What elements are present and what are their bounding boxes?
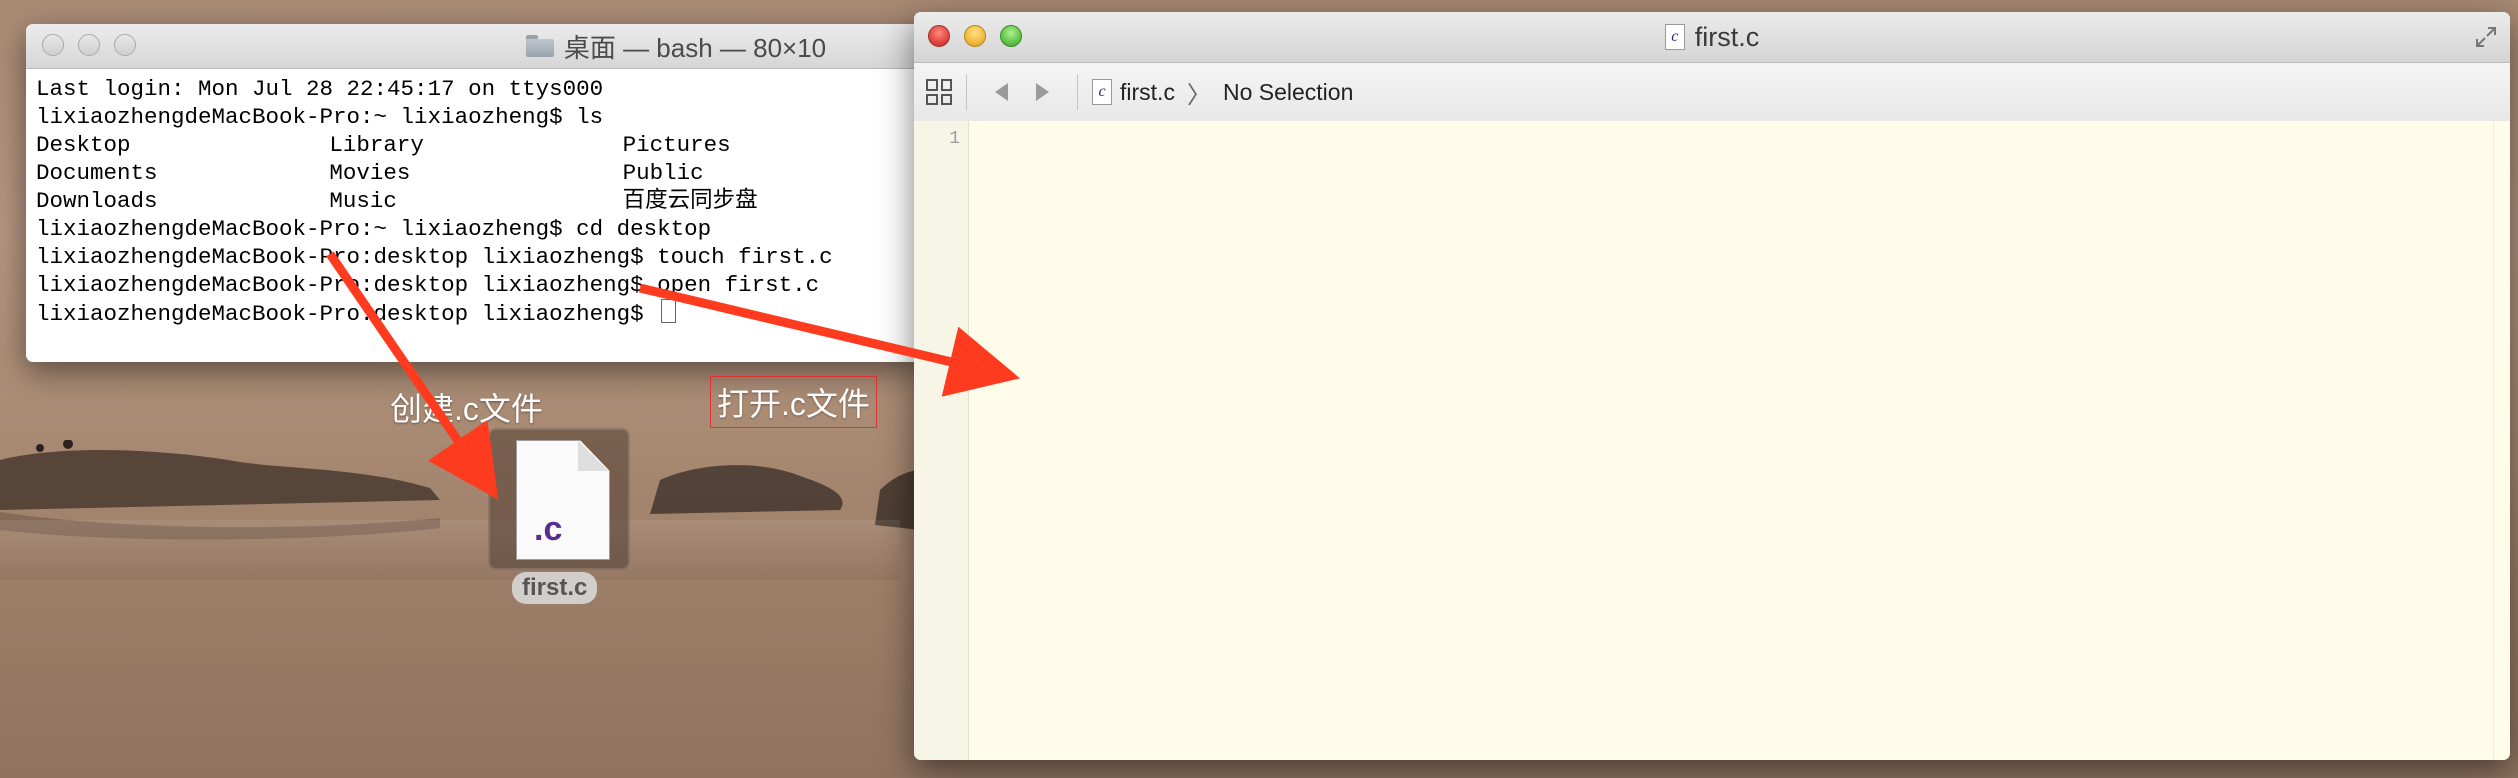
- terminal-line: Last login: Mon Jul 28 22:45:17 on ttys0…: [36, 76, 604, 102]
- breadcrumb-selection[interactable]: No Selection: [1223, 79, 1353, 106]
- folder-icon: [525, 35, 554, 57]
- editor-window[interactable]: c first.c c first.c 〉 No Selection 1: [914, 12, 2510, 760]
- toolbar-divider: [1077, 74, 1078, 110]
- ls-entry: Music: [329, 188, 397, 214]
- line-number-gutter: 1: [914, 121, 969, 760]
- terminal-title: 桌面 — bash — 80×10: [26, 24, 926, 68]
- breadcrumb-file[interactable]: first.c: [1120, 79, 1175, 106]
- editor-titlebar[interactable]: c first.c: [914, 12, 2510, 62]
- c-file-icon: c: [1664, 24, 1685, 50]
- ls-entry: Downloads: [36, 188, 158, 214]
- file-extension-label: .c: [534, 510, 563, 548]
- terminal-line: lixiaozhengdeMacBook-Pro:desktop lixiaoz…: [36, 272, 820, 298]
- editor-title: c first.c: [914, 12, 2510, 62]
- terminal-line: lixiaozhengdeMacBook-Pro:~ lixiaozheng$ …: [36, 104, 604, 130]
- line-number: 1: [949, 129, 960, 149]
- back-arrow-icon[interactable]: [995, 83, 1008, 101]
- terminal-title-text: 桌面 — bash — 80×10: [563, 32, 827, 63]
- ls-output-row: Documents Movies Public: [36, 159, 916, 187]
- toolbar-divider: [966, 74, 967, 110]
- ls-entry: Documents: [36, 160, 158, 186]
- ls-output-row: Desktop Library Pictures: [36, 131, 916, 159]
- code-editor-area[interactable]: 1: [914, 121, 2510, 760]
- editor-jump-bar: c first.c 〉 No Selection: [914, 62, 2510, 122]
- ls-entry: Desktop: [36, 132, 131, 158]
- page-fold-icon: [578, 440, 608, 471]
- annotation-create-file: 创建.c文件: [390, 391, 543, 427]
- breadcrumb: c first.c 〉 No Selection: [1092, 75, 1353, 110]
- breadcrumb-chevron-icon: 〉: [1186, 81, 1211, 109]
- forward-arrow-icon[interactable]: [1036, 83, 1049, 101]
- editor-title-text: first.c: [1694, 21, 1760, 52]
- terminal-prompt: lixiaozhengdeMacBook-Pro:desktop lixiaoz…: [36, 301, 658, 327]
- water-reflection: [0, 520, 900, 580]
- annotation-open-file: 打开.c文件: [710, 376, 877, 428]
- text-cursor: [661, 299, 677, 323]
- ls-entry: Library: [329, 132, 424, 158]
- related-items-grid-icon[interactable]: [926, 79, 952, 105]
- desktop-file-first-c[interactable]: .c: [488, 428, 630, 570]
- ls-entry: Movies: [329, 160, 411, 186]
- ls-entry: Public: [622, 160, 704, 186]
- ls-output-row: Downloads Music 百度云同步盘: [36, 187, 916, 215]
- terminal-prompt-line[interactable]: lixiaozhengdeMacBook-Pro:desktop lixiaoz…: [36, 299, 916, 328]
- terminal-titlebar[interactable]: 桌面 — bash — 80×10: [26, 24, 926, 69]
- fullscreen-icon[interactable]: [2474, 25, 2498, 49]
- desktop-file-name[interactable]: first.c: [512, 572, 598, 604]
- ls-entry: Pictures: [622, 132, 731, 158]
- terminal-line: lixiaozhengdeMacBook-Pro:desktop lixiaoz…: [36, 244, 833, 270]
- terminal-line: lixiaozhengdeMacBook-Pro:~ lixiaozheng$ …: [36, 216, 712, 242]
- ls-entry: 百度云同步盘: [622, 188, 758, 214]
- c-file-icon: c: [1092, 79, 1112, 105]
- terminal-window[interactable]: 桌面 — bash — 80×10 Last login: Mon Jul 28…: [26, 24, 926, 362]
- editor-scroll-strip[interactable]: [2493, 121, 2510, 760]
- terminal-output[interactable]: Last login: Mon Jul 28 22:45:17 on ttys0…: [26, 69, 926, 334]
